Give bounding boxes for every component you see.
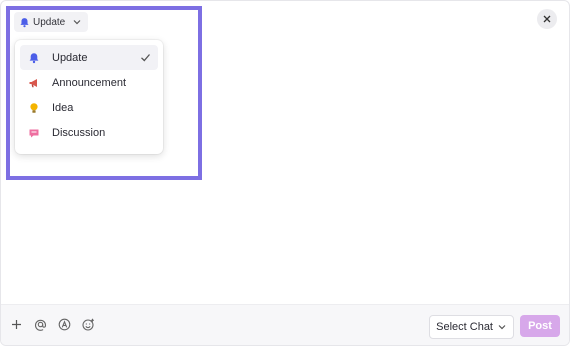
menu-item-label: Update (52, 51, 88, 64)
chat-bubble-icon (28, 127, 40, 139)
assign-icon[interactable] (57, 317, 72, 332)
bell-icon (28, 52, 40, 64)
menu-item-discussion[interactable]: Discussion (20, 120, 158, 145)
post-type-dropdown-button[interactable]: Update (14, 12, 89, 32)
plus-icon[interactable] (9, 317, 24, 332)
bell-icon (19, 17, 30, 28)
select-chat-label: Select Chat (436, 321, 493, 333)
menu-item-label: Idea (52, 101, 74, 114)
post-type-label: Update (33, 16, 66, 28)
composer-toolbar (9, 317, 96, 332)
menu-item-label: Announcement (52, 76, 126, 89)
composer-footer: Select Chat Post (1, 304, 569, 345)
emoji-icon[interactable] (81, 317, 96, 332)
megaphone-icon (28, 77, 40, 89)
menu-item-announcement[interactable]: Announcement (20, 70, 158, 95)
post-button[interactable]: Post (520, 315, 560, 337)
menu-item-idea[interactable]: Idea (20, 95, 158, 120)
select-chat-dropdown[interactable]: Select Chat (429, 315, 514, 339)
menu-item-label: Discussion (52, 126, 106, 139)
at-mention-icon[interactable] (33, 317, 48, 332)
close-icon (543, 15, 551, 23)
close-button[interactable] (537, 9, 557, 29)
checkmark-icon (140, 52, 151, 63)
chevron-down-icon (497, 322, 507, 332)
lightbulb-icon (28, 102, 40, 114)
post-type-menu: Update Announcement Idea Discussion (15, 40, 163, 154)
menu-item-update[interactable]: Update (20, 45, 158, 70)
chevron-down-icon (72, 17, 82, 27)
post-composer-window: Update Update Announcement Idea Discussi… (0, 0, 570, 346)
